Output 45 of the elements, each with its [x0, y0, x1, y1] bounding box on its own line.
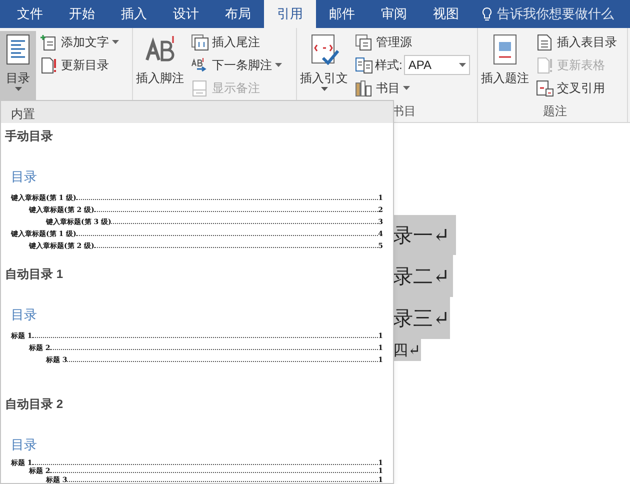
caret-icon — [14, 87, 22, 91]
ribbon-large-button[interactable]: 插入引文 — [297, 31, 351, 101]
ribbon-button[interactable]: 更新目录 — [38, 54, 121, 76]
ribbon-large-button[interactable]: 插入脚注 — [133, 31, 187, 101]
ribbon-large-button[interactable]: 目录 — [0, 31, 36, 101]
page-lines-icon — [191, 80, 209, 96]
caret-icon — [459, 63, 466, 67]
ribbon-button[interactable]: 插入表目录 — [534, 31, 619, 53]
ribbon-tab[interactable]: 插入 — [108, 0, 160, 28]
page-plus-icon — [40, 34, 58, 50]
ribbon-large-button[interactable]: 插入题注 — [478, 31, 532, 101]
ab-arrow-icon — [191, 56, 209, 74]
style-dropdown[interactable]: APA — [404, 55, 470, 75]
group-label: 题注 — [543, 104, 567, 118]
ribbon-tab[interactable]: 视图 — [420, 0, 472, 28]
ribbon-tab[interactable]: 设计 — [160, 0, 212, 28]
style-label: 样式: — [375, 57, 402, 74]
ribbon-button[interactable]: 插入尾注 — [189, 31, 284, 53]
stacked-pages-icon — [355, 34, 373, 50]
tell-me-search[interactable]: 告诉我你想要做什么 — [482, 0, 614, 28]
caret-icon — [112, 40, 119, 44]
ribbon-tab[interactable]: 布局 — [212, 0, 264, 28]
page-exclamation-icon — [40, 56, 58, 74]
ribbon-button[interactable]: 添加文字 — [38, 31, 121, 53]
two-pages-icon — [355, 56, 373, 74]
books-icon — [355, 80, 373, 96]
ribbon-tab[interactable]: 开始 — [56, 0, 108, 28]
pages-bracket-icon — [191, 34, 209, 50]
citation-check-icon — [309, 34, 339, 65]
ribbon-button[interactable]: 交叉引用 — [534, 77, 619, 99]
page-exclamation-icon — [536, 56, 554, 74]
page-lines-icon — [536, 34, 554, 50]
ribbon-tab[interactable]: 审阅 — [368, 0, 420, 28]
ribbon-button[interactable]: 下一条脚注 — [189, 54, 284, 76]
ribbon-tab[interactable]: 引用 — [264, 0, 316, 28]
caret-icon — [320, 87, 328, 91]
cross-reference-icon — [536, 80, 554, 96]
gallery-header: 内置 — [1, 101, 393, 123]
lightbulb-icon — [482, 6, 492, 22]
ribbon-button[interactable]: 管理源 — [353, 31, 472, 53]
caret-icon — [403, 86, 410, 90]
ribbon-tab[interactable]: 邮件 — [316, 0, 368, 28]
ribbon-button[interactable]: 书目 — [353, 77, 472, 99]
caret-icon — [275, 63, 282, 67]
ribbon-tab[interactable]: 文件 — [4, 0, 56, 28]
